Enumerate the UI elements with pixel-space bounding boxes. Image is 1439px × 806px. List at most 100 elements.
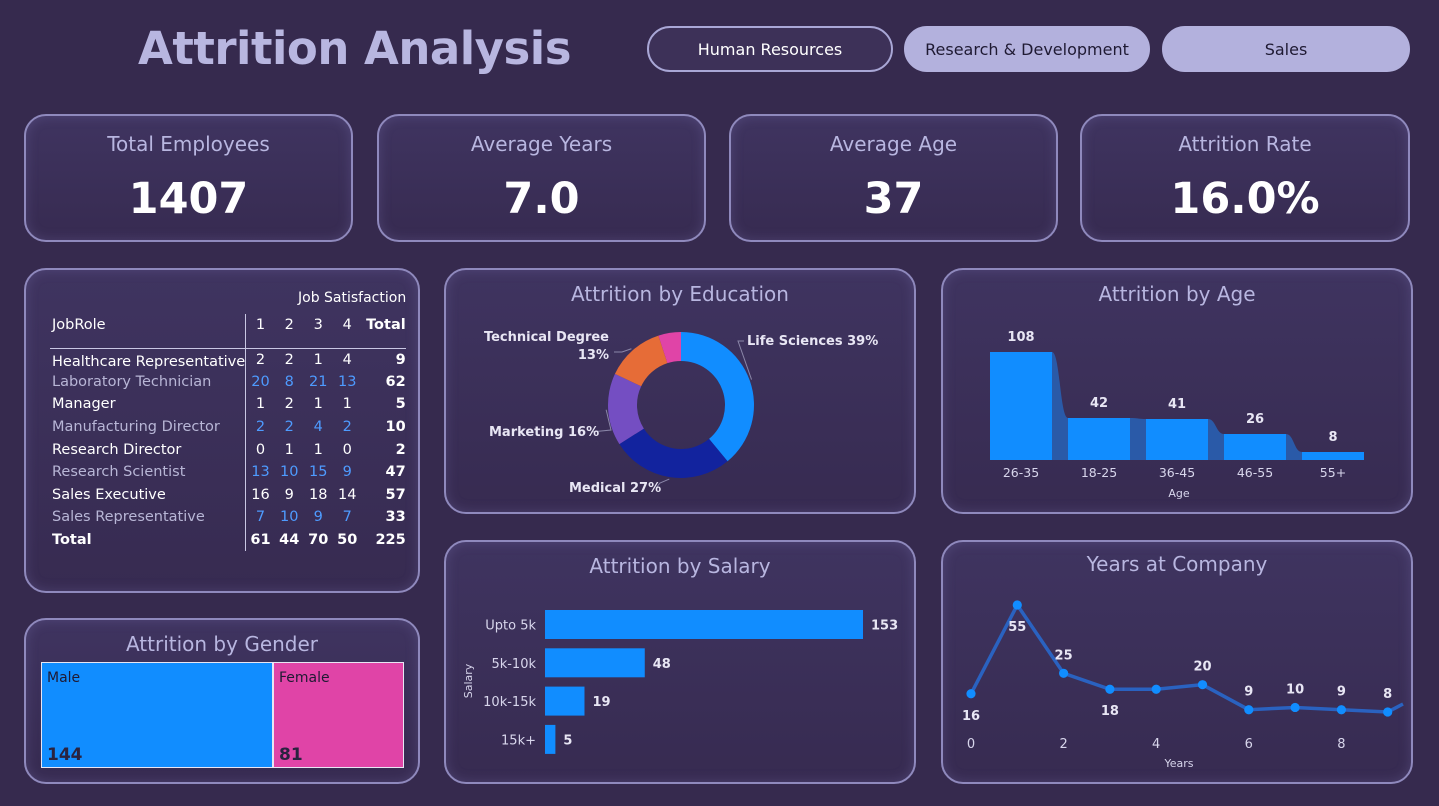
years-data-point bbox=[1151, 684, 1161, 694]
age-axis-title: Age bbox=[1168, 487, 1190, 500]
matrix-total-cell: 70 bbox=[308, 532, 329, 549]
matrix-cell: 1 bbox=[313, 441, 323, 458]
ribbon-connector bbox=[1052, 352, 1068, 460]
matrix-cell: 9 bbox=[284, 486, 294, 503]
salary-tick-label: Upto 5k bbox=[485, 619, 536, 634]
matrix-column-title: Job Satisfaction bbox=[298, 290, 407, 306]
gender-male-tile[interactable]: Male 144 bbox=[41, 662, 273, 768]
slicer-human-resources[interactable]: Human Resources bbox=[647, 26, 893, 72]
years-tick-label: 2 bbox=[1059, 737, 1067, 752]
matrix-header-row: JobRole 1 2 3 4 Total bbox=[50, 314, 406, 349]
matrix-row-total: 33 bbox=[385, 509, 406, 526]
matrix-cell: 2 bbox=[245, 415, 275, 439]
matrix-row: Sales Executive 16 9 18 14 57 bbox=[50, 483, 406, 507]
kpi-card-total-employees: Total Employees 1407 bbox=[24, 114, 353, 242]
gender-value: 81 bbox=[279, 745, 303, 765]
gender-chart-title: Attrition by Gender bbox=[125, 632, 319, 656]
salary-bar bbox=[545, 648, 645, 678]
kpi-value: 7.0 bbox=[503, 174, 580, 224]
salary-bar-chart: 153 Upto 5k 48 5k-10k 19 10k-15k 5 15k+ Salary bbox=[462, 610, 898, 754]
age-bar-chart: 108 26-35 42 18-25 41 36-45 26 46-55 8 55+ Age bbox=[990, 330, 1364, 500]
page-title: Attrition Analysis bbox=[138, 22, 572, 75]
matrix-cell: 15 bbox=[308, 464, 328, 481]
matrix-cell: 1 bbox=[342, 396, 352, 413]
matrix-row-total: 62 bbox=[385, 373, 406, 390]
matrix-row: Manufacturing Director 2 2 4 2 10 bbox=[50, 415, 406, 439]
matrix-cell: 2 bbox=[284, 419, 294, 436]
matrix-cell: 2 bbox=[245, 348, 275, 371]
donut-slice bbox=[681, 332, 754, 462]
years-data-point bbox=[1336, 705, 1346, 715]
age-bar bbox=[1302, 452, 1364, 460]
matrix-role-label: Manufacturing Director bbox=[52, 419, 220, 436]
years-data-label: 16 bbox=[962, 709, 980, 724]
age-data-label: 41 bbox=[1168, 397, 1186, 412]
salary-tick-label: 10k-15k bbox=[483, 695, 536, 710]
salary-data-label: 19 bbox=[592, 695, 610, 710]
age-tick-label: 55+ bbox=[1320, 465, 1346, 480]
matrix-total-cell: 44 bbox=[279, 532, 300, 549]
matrix-cell: 18 bbox=[308, 486, 328, 503]
years-data-point bbox=[1383, 707, 1393, 717]
kpi-card-attrition-rate: Attrition Rate 16.0% bbox=[1080, 114, 1410, 242]
matrix-cell: 16 bbox=[245, 483, 275, 507]
years-data-label: 25 bbox=[1055, 648, 1073, 663]
matrix-cell: 13 bbox=[337, 373, 357, 390]
matrix-role-label: Laboratory Technician bbox=[52, 373, 212, 390]
matrix-cell: 2 bbox=[284, 396, 294, 413]
job-satisfaction-matrix: JobRole 1 2 3 4 Total Healthcare Representativ… bbox=[50, 314, 406, 552]
gender-female-tile[interactable]: Female 81 bbox=[273, 662, 404, 768]
years-data-point bbox=[1197, 680, 1208, 690]
matrix-role-label: Sales Executive bbox=[52, 486, 166, 503]
age-tick-label: 26-35 bbox=[1003, 465, 1039, 480]
matrix-row: Healthcare Representative 2 2 1 4 9 bbox=[50, 348, 406, 371]
salary-bar bbox=[545, 724, 556, 754]
matrix-row-total: 57 bbox=[385, 486, 406, 503]
slicer-sales[interactable]: Sales bbox=[1162, 26, 1410, 72]
matrix-row: Research Director 0 1 1 0 2 bbox=[50, 438, 406, 461]
matrix-role-label: Research Scientist bbox=[52, 464, 186, 481]
matrix-column-header: 1 bbox=[245, 314, 275, 349]
kpi-card-average-age: Average Age 37 bbox=[729, 114, 1058, 242]
gender-label: Female bbox=[279, 670, 330, 686]
years-data-label: 8 bbox=[1383, 687, 1392, 702]
age-data-label: 8 bbox=[1328, 430, 1337, 445]
age-bar bbox=[1224, 434, 1286, 460]
years-data-label: 10 bbox=[1286, 682, 1304, 697]
years-data-label: 9 bbox=[1244, 685, 1253, 700]
matrix-cell: 14 bbox=[337, 486, 357, 503]
slicer-research-development[interactable]: Research & Development bbox=[904, 26, 1150, 72]
salary-data-label: 153 bbox=[871, 619, 898, 634]
label-medical: Medical 27% bbox=[569, 481, 661, 496]
label-marketing: Marketing 16% bbox=[489, 425, 599, 440]
age-data-label: 108 bbox=[1007, 330, 1034, 345]
age-tick-label: 46-55 bbox=[1237, 465, 1273, 480]
matrix-cell: 4 bbox=[313, 419, 323, 436]
salary-axis-title: Salary bbox=[462, 663, 475, 698]
label-life-sciences: Life Sciences 39% bbox=[747, 334, 878, 349]
education-donut-chart: Life Sciences 39% Medical 27% Marketing 16… bbox=[484, 330, 878, 496]
years-at-company-card: Years at Company 16 55 25 18 20 9 10 9 8 0 2 4 6 8 Yea… bbox=[941, 540, 1413, 784]
kpi-card-average-years: Average Years 7.0 bbox=[377, 114, 706, 242]
matrix-cell: 1 bbox=[245, 393, 275, 416]
kpi-value: 16.0% bbox=[1170, 174, 1320, 224]
age-tick-label: 36-45 bbox=[1159, 465, 1195, 480]
matrix-column-header: 3 bbox=[303, 314, 333, 349]
matrix-row: Sales Representative 7 10 9 7 33 bbox=[50, 506, 406, 529]
years-tick-label: 8 bbox=[1337, 737, 1345, 752]
matrix-cell: 1 bbox=[284, 441, 294, 458]
years-line-chart: 16 55 25 18 20 9 10 9 8 0 2 4 6 8 Years bbox=[962, 600, 1404, 770]
matrix-cell: 2 bbox=[284, 351, 294, 368]
matrix-total-cell: 61 bbox=[245, 528, 275, 552]
attrition-by-age-card: Attrition by Age 108 26-35 42 18-25 41 36-45 2… bbox=[941, 268, 1413, 514]
years-tick-label: 6 bbox=[1245, 737, 1253, 752]
matrix-column-header: 2 bbox=[274, 314, 304, 349]
matrix-cell: 1 bbox=[313, 351, 323, 368]
salary-data-label: 5 bbox=[563, 733, 572, 748]
salary-tick-label: 5k-10k bbox=[491, 657, 536, 672]
kpi-label: Average Age bbox=[829, 132, 958, 156]
years-tick-label: 0 bbox=[967, 737, 975, 752]
age-tick-label: 18-25 bbox=[1081, 465, 1117, 480]
matrix-row: Manager 1 2 1 1 5 bbox=[50, 393, 406, 416]
ribbon-connector bbox=[1286, 434, 1302, 460]
